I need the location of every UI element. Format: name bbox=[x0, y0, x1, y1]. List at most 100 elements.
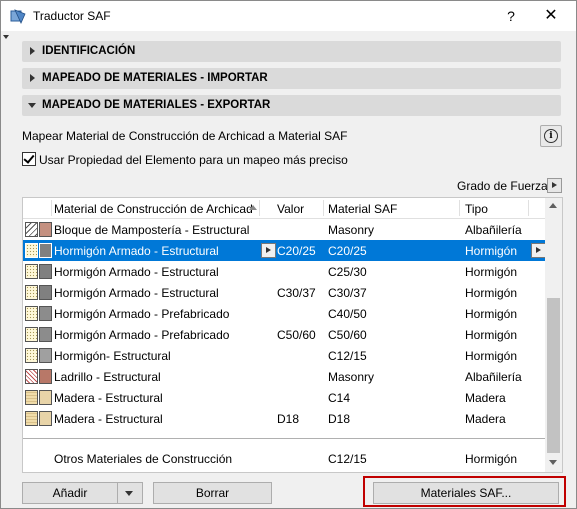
fill-pattern-swatch bbox=[25, 222, 38, 237]
column-divider bbox=[323, 200, 324, 216]
tipo-picker-button[interactable] bbox=[531, 243, 546, 258]
window-title: Traductor SAF bbox=[33, 9, 111, 23]
material-color-swatch bbox=[39, 369, 52, 384]
info-icon: i bbox=[544, 129, 558, 143]
fill-pattern-swatch bbox=[25, 369, 38, 384]
scroll-up-icon[interactable] bbox=[549, 203, 557, 208]
element-property-checkbox[interactable] bbox=[22, 152, 36, 166]
cell-tipo: Madera bbox=[465, 412, 506, 426]
chevron-right-icon bbox=[30, 47, 35, 55]
table-row[interactable]: Hormigón Armado - Estructural C30/37 C30/3… bbox=[23, 282, 545, 303]
cell-saf: C12/15 bbox=[328, 349, 367, 363]
column-divider bbox=[51, 200, 52, 216]
section-label: MAPEADO DE MATERIALES - IMPORTAR bbox=[42, 72, 268, 84]
material-color-swatch bbox=[39, 411, 52, 426]
column-divider bbox=[259, 200, 260, 216]
cell-saf: C14 bbox=[328, 391, 351, 405]
cell-material: Hormigón- Estructural bbox=[54, 349, 171, 363]
table-row[interactable]: Hormigón Armado - Prefabricado C40/50 Horm… bbox=[23, 303, 545, 324]
cell-material: Hormigón Armado - Estructural bbox=[54, 286, 219, 300]
highlight-frame bbox=[363, 476, 566, 507]
cell-material: Hormigón Armado - Estructural bbox=[54, 265, 219, 279]
cell-valor: C30/37 bbox=[277, 286, 316, 300]
grado-fuerza-button[interactable] bbox=[547, 178, 562, 193]
add-button[interactable]: Añadir bbox=[22, 482, 118, 504]
column-header-material[interactable]: Material de Construcción de Archicad bbox=[54, 202, 253, 216]
chevron-right-icon bbox=[30, 74, 35, 82]
table-row[interactable]: Hormigón- Estructural C12/15 Hormigón bbox=[23, 345, 545, 366]
cell-tipo: Hormigón bbox=[465, 328, 518, 342]
cell-saf: C20/25 bbox=[328, 244, 367, 258]
close-button[interactable]: ✕ bbox=[541, 6, 561, 26]
fill-pattern-swatch bbox=[25, 411, 38, 426]
scroll-down-icon[interactable] bbox=[549, 460, 557, 465]
cell-saf: Masonry bbox=[328, 370, 375, 384]
cell-saf: C25/30 bbox=[328, 265, 367, 279]
column-header-valor[interactable]: Valor bbox=[277, 202, 304, 216]
cell-saf: C30/37 bbox=[328, 286, 367, 300]
table-row[interactable]: Ladrillo - Estructural Masonry Albañilería bbox=[23, 366, 545, 387]
cell-saf: D18 bbox=[328, 412, 351, 426]
table-divider bbox=[23, 438, 545, 439]
fill-pattern-swatch bbox=[25, 243, 38, 258]
material-color-swatch bbox=[39, 348, 52, 363]
cell-tipo: Hormigón bbox=[465, 452, 518, 466]
checkbox-label: Usar Propiedad del Elemento para un mape… bbox=[39, 153, 348, 167]
valor-picker-button[interactable] bbox=[261, 243, 276, 258]
column-divider bbox=[528, 200, 529, 216]
fill-pattern-swatch bbox=[25, 306, 38, 321]
section-label: MAPEADO DE MATERIALES - EXPORTAR bbox=[42, 99, 271, 111]
info-button[interactable]: i bbox=[540, 125, 562, 147]
cell-saf: Masonry bbox=[328, 223, 375, 237]
vertical-scrollbar[interactable] bbox=[545, 198, 562, 472]
material-mapping-table: Material de Construcción de Archicad Val… bbox=[22, 197, 563, 473]
cell-material: Madera - Estructural bbox=[54, 412, 163, 426]
table-row[interactable]: Hormigón Armado - Estructural C20/25 C20/2… bbox=[23, 240, 546, 261]
material-color-swatch bbox=[39, 222, 52, 237]
fill-pattern-swatch bbox=[25, 390, 38, 405]
column-divider bbox=[459, 200, 460, 216]
fill-pattern-swatch bbox=[25, 285, 38, 300]
section-identificacion[interactable]: IDENTIFICACIÓN bbox=[22, 41, 561, 62]
table-header: Material de Construcción de Archicad Val… bbox=[23, 198, 545, 219]
cell-tipo: Hormigón bbox=[465, 265, 518, 279]
delete-button[interactable]: Borrar bbox=[153, 482, 272, 504]
cell-tipo: Hormigón bbox=[465, 349, 518, 363]
cell-material: Madera - Estructural bbox=[54, 391, 163, 405]
help-button[interactable]: ? bbox=[501, 6, 521, 26]
cell-valor: C20/25 bbox=[277, 244, 316, 258]
sort-ascending-icon bbox=[249, 205, 257, 210]
table-row[interactable]: Madera - Estructural D18 D18 Madera bbox=[23, 408, 545, 429]
material-color-swatch bbox=[39, 243, 52, 258]
export-description: Mapear Material de Construcción de Archi… bbox=[22, 129, 348, 143]
column-header-tipo[interactable]: Tipo bbox=[465, 202, 488, 216]
section-import-mapping[interactable]: MAPEADO DE MATERIALES - IMPORTAR bbox=[22, 68, 561, 89]
add-dropdown-button[interactable] bbox=[117, 482, 143, 504]
fill-pattern-swatch bbox=[25, 348, 38, 363]
table-row[interactable]: Hormigón Armado - Prefabricado C50/60 C50/… bbox=[23, 324, 545, 345]
material-color-swatch bbox=[39, 327, 52, 342]
cell-material: Hormigón Armado - Prefabricado bbox=[54, 328, 230, 342]
section-export-mapping[interactable]: MAPEADO DE MATERIALES - EXPORTAR bbox=[22, 95, 561, 116]
cell-material: Ladrillo - Estructural bbox=[54, 370, 161, 384]
cell-saf: C40/50 bbox=[328, 307, 367, 321]
panel-marker-icon bbox=[3, 35, 9, 39]
chevron-down-icon bbox=[28, 103, 36, 108]
fill-pattern-swatch bbox=[25, 327, 38, 342]
table-row[interactable]: Bloque de Mampostería - Estructural Mason… bbox=[23, 219, 545, 240]
cell-material: Hormigón Armado - Prefabricado bbox=[54, 307, 230, 321]
scroll-thumb[interactable] bbox=[547, 298, 560, 453]
section-label: IDENTIFICACIÓN bbox=[42, 45, 136, 57]
title-bar: Traductor SAF ? ✕ bbox=[1, 1, 576, 31]
column-header-saf[interactable]: Material SAF bbox=[328, 202, 397, 216]
table-row[interactable]: Hormigón Armado - Estructural C25/30 Hormi… bbox=[23, 261, 545, 282]
table-row-other[interactable]: Otros Materiales de Construcción C12/15 … bbox=[23, 448, 545, 469]
cell-tipo: Hormigón bbox=[465, 307, 518, 321]
material-color-swatch bbox=[39, 285, 52, 300]
grado-fuerza-label: Grado de Fuerza bbox=[457, 179, 548, 193]
cell-tipo: Hormigón bbox=[465, 244, 518, 258]
table-row[interactable]: Madera - Estructural C14 Madera bbox=[23, 387, 545, 408]
cell-tipo: Madera bbox=[465, 391, 506, 405]
cell-material: Otros Materiales de Construcción bbox=[54, 452, 233, 466]
fill-pattern-swatch bbox=[25, 264, 38, 279]
